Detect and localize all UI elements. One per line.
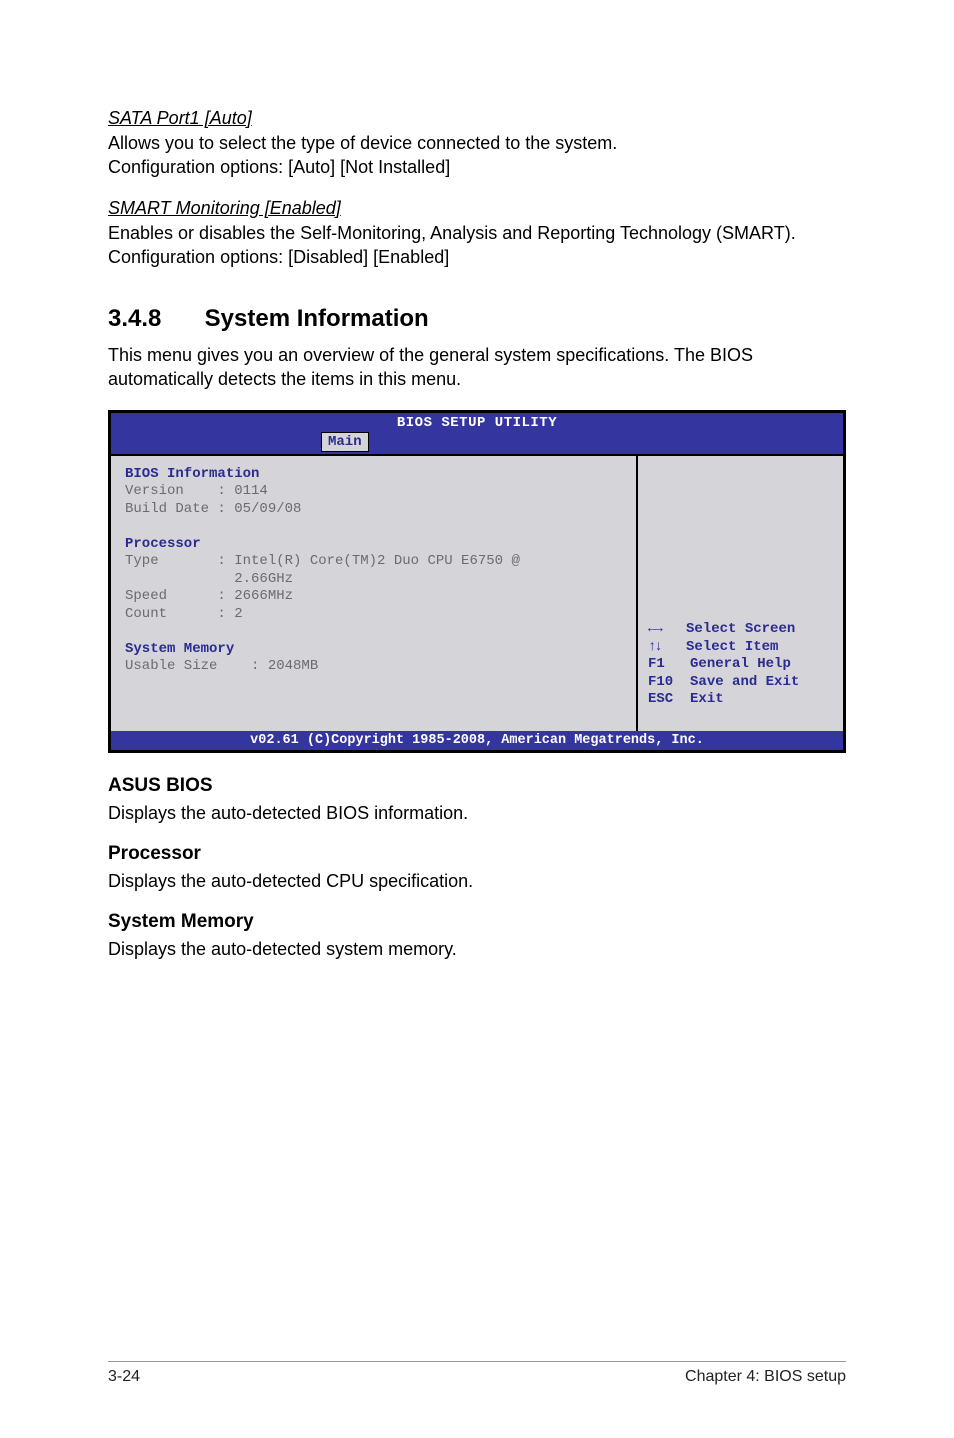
smart-heading: SMART Monitoring [Enabled]	[108, 198, 846, 219]
tab-main[interactable]: Main	[321, 432, 369, 452]
arrow-ud-icon	[648, 639, 661, 655]
bios-left-pane: BIOS Information Version : 0114 Build Da…	[111, 456, 638, 731]
bios-sysmem-label: System Memory	[125, 641, 622, 659]
bios-header: BIOS SETUP UTILITY	[111, 413, 843, 432]
section-title: 3.4.8 System Information	[108, 305, 846, 333]
page-number: 3-24	[108, 1368, 140, 1386]
bios-screenshot: BIOS SETUP UTILITY Main BIOS Information…	[108, 410, 846, 753]
sata-p1: Allows you to select the type of device …	[108, 133, 617, 153]
help-f10: F10 Save and Exit	[648, 674, 799, 692]
bios-info-label: BIOS Information	[125, 466, 622, 484]
smart-body: Enables or disables the Self-Monitoring,…	[108, 221, 846, 270]
document-page: SATA Port1 [Auto] Allows you to select t…	[0, 0, 954, 962]
help-select-screen: Select Screen	[648, 621, 799, 639]
bios-count-line: Count : 2	[125, 606, 622, 624]
arrow-lr-icon	[648, 621, 661, 637]
bios-type-line2: 2.66GHz	[125, 571, 622, 589]
section-name: System Information	[205, 305, 429, 332]
sata-heading: SATA Port1 [Auto]	[108, 108, 846, 129]
processor-body: Displays the auto-detected CPU specifica…	[108, 869, 846, 893]
page-footer: 3-24 Chapter 4: BIOS setup	[0, 1361, 954, 1386]
bios-speed-line: Speed : 2666MHz	[125, 588, 622, 606]
help-esc: ESC Exit	[648, 691, 799, 709]
sysmem-body: Displays the auto-detected system memory…	[108, 937, 846, 961]
bios-build-line: Build Date : 05/09/08	[125, 501, 622, 519]
help-select-item: Select Item	[648, 639, 799, 657]
bios-tab-row: Main	[111, 432, 843, 454]
processor-head: Processor	[108, 843, 846, 865]
bios-footer: v02.61 (C)Copyright 1985-2008, American …	[111, 731, 843, 750]
bios-right-pane: Select Screen Select Item F1 General Hel…	[638, 456, 843, 731]
chapter-label: Chapter 4: BIOS setup	[685, 1368, 846, 1386]
sata-body: Allows you to select the type of device …	[108, 131, 846, 180]
sysmem-head: System Memory	[108, 911, 846, 933]
bios-body: BIOS Information Version : 0114 Build Da…	[111, 454, 843, 731]
section-intro: This menu gives you an overview of the g…	[108, 343, 846, 392]
bios-type-line1: Type : Intel(R) Core(TM)2 Duo CPU E6750 …	[125, 553, 622, 571]
section-number: 3.4.8	[108, 305, 198, 333]
bios-version-line: Version : 0114	[125, 483, 622, 501]
asus-bios-head: ASUS BIOS	[108, 775, 846, 797]
sata-p2: Configuration options: [Auto] [Not Insta…	[108, 157, 450, 177]
bios-usable-line: Usable Size : 2048MB	[125, 658, 622, 676]
help-f1: F1 General Help	[648, 656, 799, 674]
asus-bios-body: Displays the auto-detected BIOS informat…	[108, 801, 846, 825]
bios-processor-label: Processor	[125, 536, 622, 554]
